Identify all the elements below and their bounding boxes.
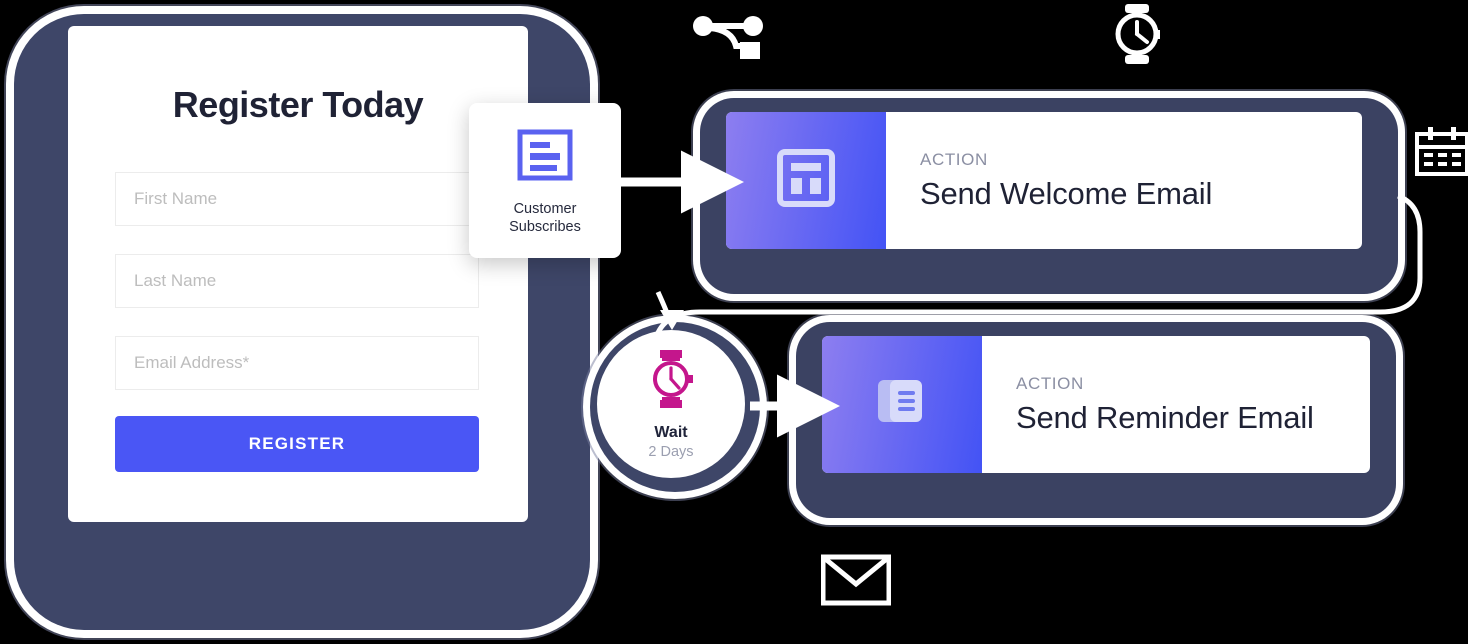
- layout-template-icon: [775, 147, 837, 214]
- action-icon-pane: [822, 336, 982, 473]
- documents-stack-icon: [871, 371, 933, 438]
- registration-form-card: Register Today First Name Last Name Emai…: [68, 26, 528, 522]
- wait-node[interactable]: Wait 2 Days: [597, 330, 745, 478]
- watch-icon: [644, 348, 698, 415]
- watch-icon: [1108, 3, 1166, 70]
- action-kicker: ACTION: [920, 149, 988, 169]
- page-title: Register Today: [172, 84, 424, 125]
- action-title: Send Welcome Email: [920, 175, 1213, 211]
- trigger-label-line2: Subscribes: [509, 219, 581, 236]
- branch-node-icon: [690, 12, 770, 67]
- automation-workflow-diagram: Register Today First Name Last Name Emai…: [0, 0, 1468, 644]
- action-card-send-welcome-email[interactable]: ACTION Send Welcome Email: [726, 112, 1362, 249]
- connector-action1-to-wait: [655, 290, 673, 323]
- envelope-icon: [820, 554, 892, 611]
- email-address-placeholder: Email Address*: [134, 353, 250, 372]
- first-name-input[interactable]: First Name: [115, 172, 479, 226]
- action-kicker: ACTION: [1016, 373, 1084, 393]
- register-button[interactable]: REGISTER: [115, 416, 479, 472]
- action-icon-pane: [726, 112, 886, 249]
- wait-label: Wait: [654, 424, 688, 441]
- last-name-placeholder: Last Name: [134, 271, 217, 290]
- action-card-send-reminder-email[interactable]: ACTION Send Reminder Email: [822, 336, 1370, 473]
- trigger-label-line1: Customer: [513, 201, 577, 217]
- trigger-label: Customer Subscribes: [509, 200, 581, 236]
- action-body: ACTION Send Reminder Email: [982, 336, 1370, 473]
- action-body: ACTION Send Welcome Email: [886, 112, 1362, 249]
- wait-duration: 2 Days: [648, 444, 694, 460]
- action-title: Send Reminder Email: [1016, 399, 1314, 435]
- email-address-input[interactable]: Email Address*: [115, 336, 479, 390]
- first-name-placeholder: First Name: [134, 189, 218, 208]
- last-name-input[interactable]: Last Name: [115, 254, 479, 308]
- form-icon: [516, 126, 574, 189]
- trigger-card-customer-subscribes[interactable]: Customer Subscribes: [469, 103, 621, 258]
- calendar-icon: [1414, 126, 1468, 183]
